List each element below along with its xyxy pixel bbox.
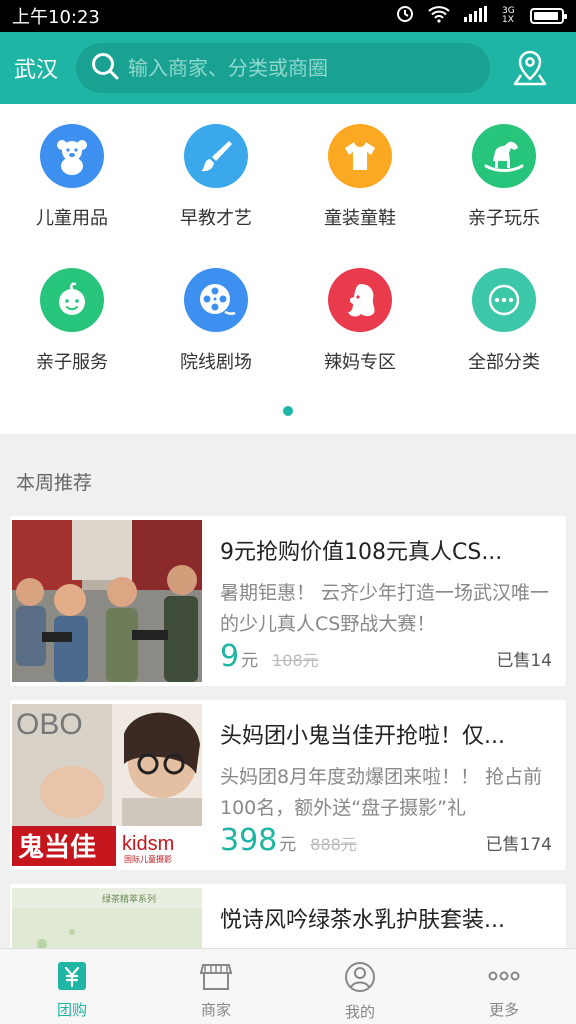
city-selector[interactable]: 武汉 xyxy=(14,52,76,84)
category-hot-moms[interactable]: 辣妈专区 xyxy=(288,248,432,392)
paintbrush-icon xyxy=(184,124,248,188)
alarm-icon xyxy=(396,5,414,28)
rocking-horse-icon xyxy=(472,124,536,188)
sold-count: 已售14 xyxy=(496,651,552,671)
category-kids-goods[interactable]: 儿童用品 xyxy=(0,104,144,248)
search-input[interactable] xyxy=(128,56,468,80)
tab-label: 商家 xyxy=(200,1001,231,1019)
tab-more[interactable]: 更多 xyxy=(432,949,576,1024)
deal-title: 悦诗风吟绿茶水乳护肤套装... xyxy=(220,908,505,933)
image-label-text: 绿茶精萃系列 xyxy=(102,893,156,905)
status-time: 上午10:23 xyxy=(12,7,100,28)
status-bar: 上午10:23 3G 1X xyxy=(0,0,576,32)
yuan-tag-icon xyxy=(57,961,87,995)
signal-icon xyxy=(464,5,488,27)
price-unit: 元 xyxy=(279,835,297,855)
category-label: 辣妈专区 xyxy=(324,352,396,373)
category-label: 亲子玩乐 xyxy=(468,208,540,229)
deal-price: 398 xyxy=(220,823,278,858)
category-kids-clothing[interactable]: 童装童鞋 xyxy=(288,104,432,248)
section-title: 本周推荐 xyxy=(16,472,93,494)
deal-image xyxy=(10,516,204,686)
user-icon xyxy=(344,961,376,997)
app-header: 武汉 xyxy=(0,32,576,104)
location-pin-icon[interactable] xyxy=(508,46,552,90)
search-icon xyxy=(90,51,120,85)
category-label: 全部分类 xyxy=(468,352,540,373)
deal-description: 头妈团8月年度劲爆团来啦！！ 抢占前100名，额外送“盘子摄影”礼 xyxy=(220,766,543,819)
woman-profile-icon xyxy=(328,268,392,332)
deal-card[interactable]: 9元抢购价值108元真人CS... 暑期钜惠！ 云齐少年打造一场武汉唯一的少儿真… xyxy=(10,516,566,686)
tab-mine[interactable]: 我的 xyxy=(288,949,432,1024)
category-family-services[interactable]: 亲子服务 xyxy=(0,248,144,392)
teddy-bear-icon xyxy=(40,124,104,188)
category-label: 院线剧场 xyxy=(180,352,252,373)
tab-label: 团购 xyxy=(56,1001,87,1019)
category-label: 儿童用品 xyxy=(36,208,108,229)
original-price: 888元 xyxy=(310,835,357,854)
price-unit: 元 xyxy=(241,651,259,671)
category-panel: 儿童用品 早教才艺 童装童鞋 亲子玩乐 亲子服务 院线剧场 辣妈专区 全部分类 xyxy=(0,104,576,434)
tab-label: 我的 xyxy=(344,1003,375,1021)
category-family-fun[interactable]: 亲子玩乐 xyxy=(432,104,576,248)
page-dot xyxy=(283,406,293,416)
category-label: 早教才艺 xyxy=(180,208,252,229)
tab-merchants[interactable]: 商家 xyxy=(144,949,288,1024)
more-dots-icon xyxy=(472,268,536,332)
deal-title: 9元抢购价值108元真人CS... xyxy=(220,540,503,565)
image-corner-text: OBO xyxy=(16,708,83,741)
sold-count: 已售174 xyxy=(485,835,552,855)
original-price: 108元 xyxy=(272,651,319,670)
tab-label: 更多 xyxy=(488,1001,519,1019)
deal-image: OBO 鬼当佳 kidsm 国际儿童摄影 xyxy=(10,700,204,870)
film-reel-icon xyxy=(184,268,248,332)
deal-title: 头妈团小鬼当佳开抢啦！仅... xyxy=(220,724,505,749)
category-all[interactable]: 全部分类 xyxy=(432,248,576,392)
storefront-icon xyxy=(199,961,233,995)
shirt-icon xyxy=(328,124,392,188)
category-label: 亲子服务 xyxy=(36,352,108,373)
bottom-tab-bar: 团购 商家 我的 更多 xyxy=(0,948,576,1024)
category-cinema-theater[interactable]: 院线剧场 xyxy=(144,248,288,392)
image-brand-text: kidsm xyxy=(122,833,174,855)
category-early-education[interactable]: 早教才艺 xyxy=(144,104,288,248)
category-label: 童装童鞋 xyxy=(324,208,396,229)
deal-price: 9 xyxy=(220,639,240,674)
baby-face-icon xyxy=(40,268,104,332)
more-dots-icon xyxy=(486,961,522,995)
battery-icon xyxy=(530,8,567,24)
image-sub-text: 国际儿童摄影 xyxy=(124,854,172,864)
page-indicator xyxy=(0,406,576,416)
wifi-icon xyxy=(428,5,450,28)
network-type: 3G 1X xyxy=(502,6,515,25)
image-logo-text: 鬼当佳 xyxy=(18,832,96,863)
deal-description: 暑期钜惠！ 云齐少年打造一场武汉唯一的少儿真人CS野战大赛！ xyxy=(220,582,550,635)
deal-card[interactable]: OBO 鬼当佳 kidsm 国际儿童摄影 头妈团小鬼当佳开抢啦！仅... 头妈团… xyxy=(10,700,566,870)
search-bar[interactable] xyxy=(76,43,490,93)
tab-group-buy[interactable]: 团购 xyxy=(0,949,144,1024)
